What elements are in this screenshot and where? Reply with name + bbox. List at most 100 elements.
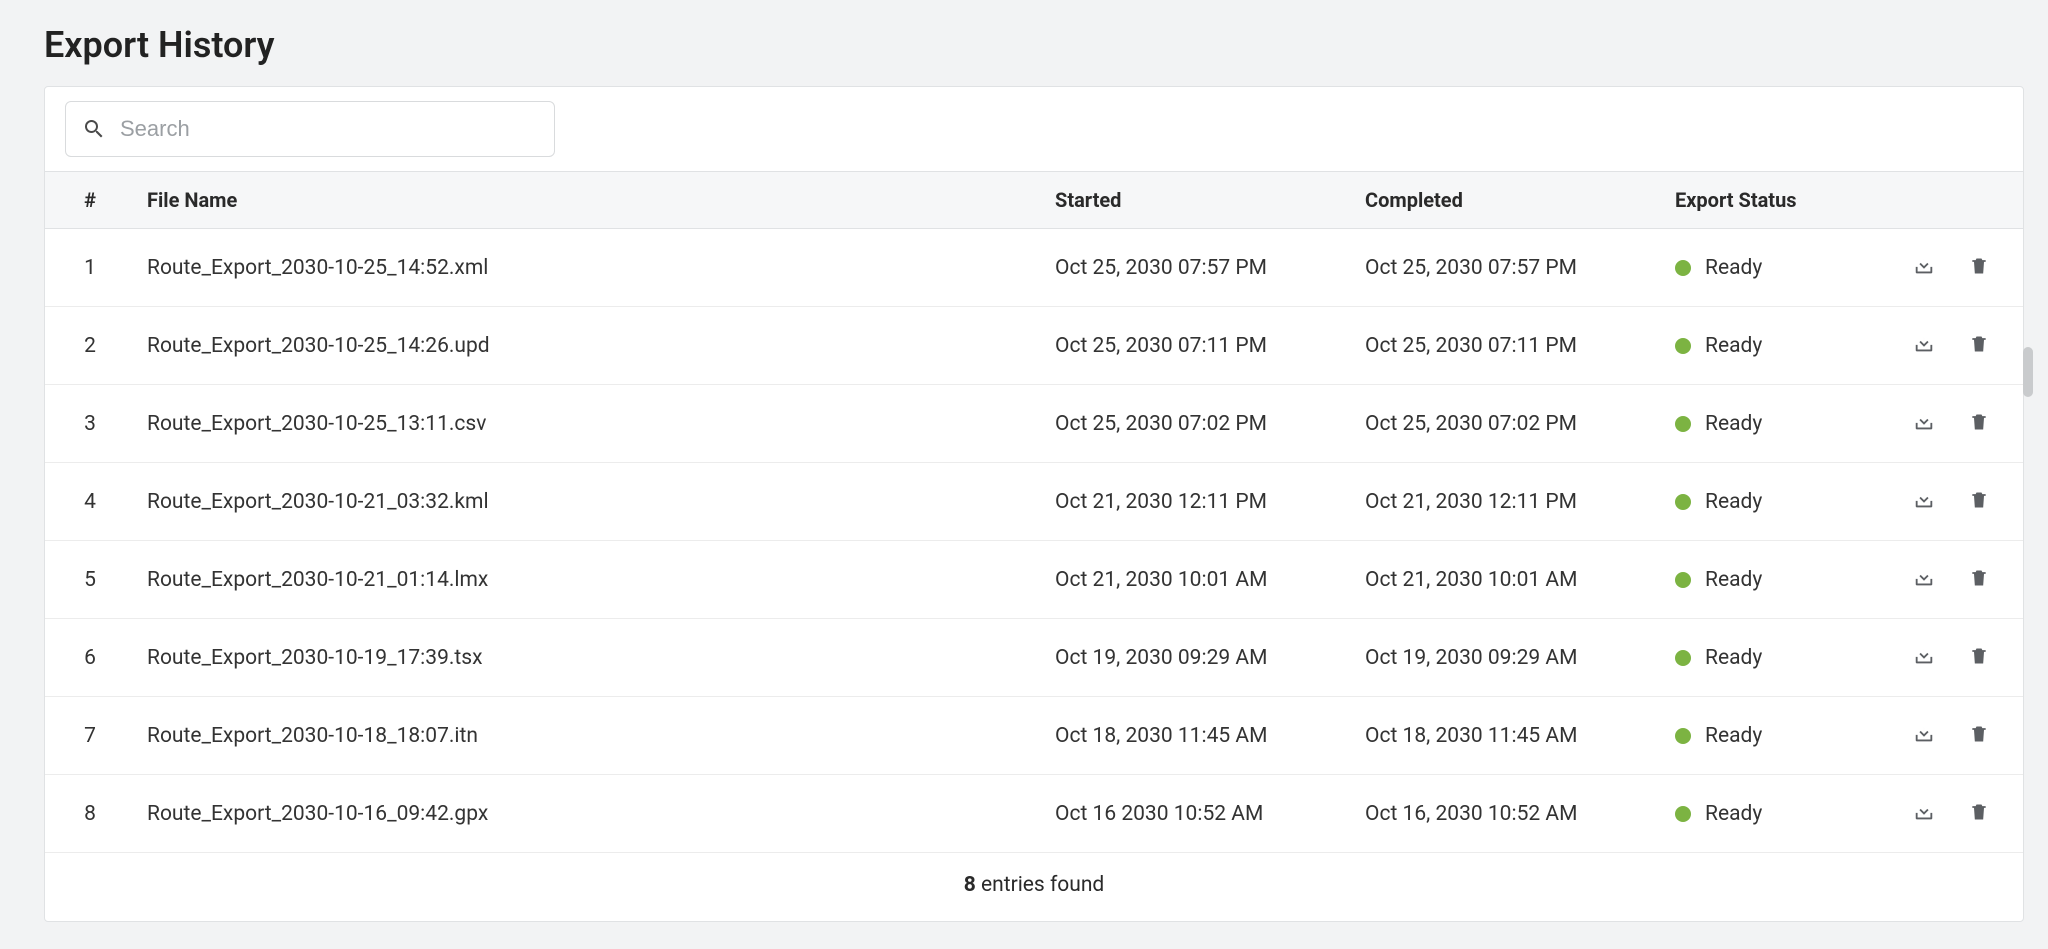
row-file: Route_Export_2030-10-19_17:39.tsx [135,619,1043,697]
row-started: Oct 19, 2030 09:29 AM [1043,619,1353,697]
page-title: Export History [44,24,2024,66]
table-row: 7 Route_Export_2030-10-18_18:07.itn Oct … [45,697,2023,775]
download-button[interactable] [1909,407,1939,440]
delete-button[interactable] [1965,329,1993,362]
trash-icon [1969,489,1989,514]
download-icon [1913,255,1935,280]
status-label: Ready [1705,256,1762,280]
status-label: Ready [1705,568,1762,592]
trash-icon [1969,645,1989,670]
status-dot-icon [1675,416,1691,432]
col-header-started[interactable]: Started [1043,172,1353,229]
download-button[interactable] [1909,251,1939,284]
row-file: Route_Export_2030-10-25_14:26.upd [135,307,1043,385]
row-num: 5 [45,541,135,619]
delete-button[interactable] [1965,563,1993,596]
row-num: 6 [45,619,135,697]
download-icon [1913,801,1935,826]
status-cell: Ready [1675,724,1881,748]
row-file: Route_Export_2030-10-16_09:42.gpx [135,775,1043,853]
delete-button[interactable] [1965,251,1993,284]
col-header-num[interactable]: # [45,172,135,229]
status-cell: Ready [1675,490,1881,514]
table-row: 8 Route_Export_2030-10-16_09:42.gpx Oct … [45,775,2023,853]
status-dot-icon [1675,650,1691,666]
row-completed: Oct 18, 2030 11:45 AM [1353,697,1663,775]
row-num: 3 [45,385,135,463]
table-row: 5 Route_Export_2030-10-21_01:14.lmx Oct … [45,541,2023,619]
download-icon [1913,489,1935,514]
download-icon [1913,333,1935,358]
status-label: Ready [1705,334,1762,358]
download-button[interactable] [1909,485,1939,518]
download-button[interactable] [1909,719,1939,752]
row-completed: Oct 25, 2030 07:57 PM [1353,229,1663,307]
row-file: Route_Export_2030-10-25_14:52.xml [135,229,1043,307]
row-started: Oct 25, 2030 07:11 PM [1043,307,1353,385]
row-num: 2 [45,307,135,385]
row-completed: Oct 19, 2030 09:29 AM [1353,619,1663,697]
search-box[interactable] [65,101,555,157]
status-dot-icon [1675,806,1691,822]
download-button[interactable] [1909,329,1939,362]
download-button[interactable] [1909,563,1939,596]
status-cell: Ready [1675,802,1881,826]
row-completed: Oct 16, 2030 10:52 AM [1353,775,1663,853]
table-row: 2 Route_Export_2030-10-25_14:26.upd Oct … [45,307,2023,385]
trash-icon [1969,333,1989,358]
download-icon [1913,567,1935,592]
row-file: Route_Export_2030-10-25_13:11.csv [135,385,1043,463]
row-file: Route_Export_2030-10-18_18:07.itn [135,697,1043,775]
trash-icon [1969,801,1989,826]
search-icon [82,117,106,141]
status-label: Ready [1705,802,1762,826]
row-started: Oct 18, 2030 11:45 AM [1043,697,1353,775]
table-row: 6 Route_Export_2030-10-19_17:39.tsx Oct … [45,619,2023,697]
row-completed: Oct 21, 2030 12:11 PM [1353,463,1663,541]
status-cell: Ready [1675,412,1881,436]
delete-button[interactable] [1965,407,1993,440]
row-num: 7 [45,697,135,775]
trash-icon [1969,255,1989,280]
status-cell: Ready [1675,646,1881,670]
trash-icon [1969,411,1989,436]
delete-button[interactable] [1965,797,1993,830]
status-cell: Ready [1675,256,1881,280]
status-dot-icon [1675,494,1691,510]
status-dot-icon [1675,728,1691,744]
row-file: Route_Export_2030-10-21_01:14.lmx [135,541,1043,619]
delete-button[interactable] [1965,719,1993,752]
search-input[interactable] [120,116,538,142]
table-row: 3 Route_Export_2030-10-25_13:11.csv Oct … [45,385,2023,463]
row-completed: Oct 25, 2030 07:11 PM [1353,307,1663,385]
table-footer: 8 entries found [45,853,2023,921]
row-num: 4 [45,463,135,541]
row-completed: Oct 21, 2030 10:01 AM [1353,541,1663,619]
row-started: Oct 21, 2030 12:11 PM [1043,463,1353,541]
delete-button[interactable] [1965,641,1993,674]
col-header-actions [1893,172,2023,229]
entries-suffix: entries found [976,873,1105,897]
col-header-completed[interactable]: Completed [1353,172,1663,229]
row-started: Oct 25, 2030 07:57 PM [1043,229,1353,307]
trash-icon [1969,567,1989,592]
status-label: Ready [1705,646,1762,670]
delete-button[interactable] [1965,485,1993,518]
status-label: Ready [1705,490,1762,514]
download-button[interactable] [1909,641,1939,674]
status-dot-icon [1675,338,1691,354]
status-label: Ready [1705,412,1762,436]
download-button[interactable] [1909,797,1939,830]
scrollbar-thumb[interactable] [2023,347,2033,397]
col-header-status[interactable]: Export Status [1663,172,1893,229]
row-file: Route_Export_2030-10-21_03:32.kml [135,463,1043,541]
status-dot-icon [1675,572,1691,588]
row-num: 8 [45,775,135,853]
col-header-file[interactable]: File Name [135,172,1043,229]
row-started: Oct 16 2030 10:52 AM [1043,775,1353,853]
table-row: 4 Route_Export_2030-10-21_03:32.kml Oct … [45,463,2023,541]
status-cell: Ready [1675,568,1881,592]
entries-count: 8 [964,873,976,897]
status-label: Ready [1705,724,1762,748]
export-history-card: # File Name Started Completed Export Sta… [44,86,2024,922]
